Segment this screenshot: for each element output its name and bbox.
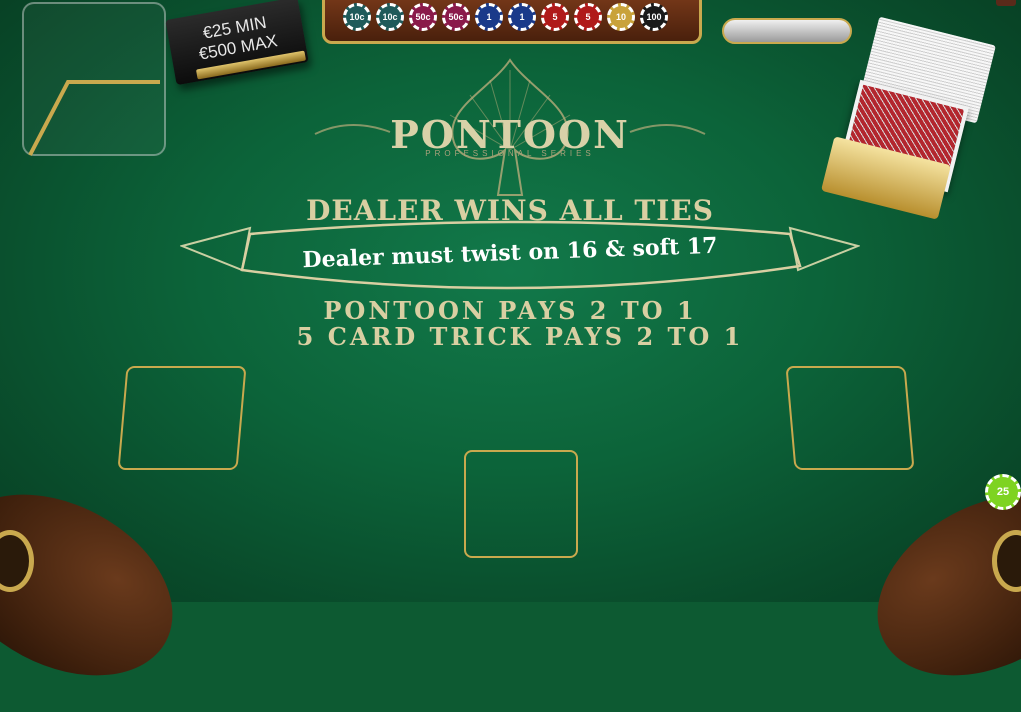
pontoon-table: €25 MIN €500 MAX 10c 10c 50c 50c 1 1 5 5 10 100 P… xyxy=(0,0,1021,712)
selected-chip-25[interactable]: 25 xyxy=(985,474,1021,510)
glass-stand xyxy=(28,80,160,156)
five-card-trick-payout-text: 5 CARD TRICK PAYS 2 TO 1 xyxy=(296,322,744,351)
tray-chip-50c[interactable]: 50c xyxy=(409,3,437,31)
tray-chip-10[interactable]: 10 xyxy=(607,3,635,31)
tray-chip-10c[interactable]: 10c xyxy=(376,3,404,31)
tray-chip-5[interactable]: 5 xyxy=(574,3,602,31)
bet-box-right[interactable] xyxy=(785,366,915,470)
discard-tray xyxy=(722,18,852,44)
tray-chip-100[interactable]: 100 xyxy=(640,3,668,31)
table-rail-left xyxy=(0,458,204,712)
logo-subtitle: PROFESSIONAL SERIES xyxy=(425,149,595,158)
tray-chip-1[interactable]: 1 xyxy=(508,3,536,31)
tray-chip-5[interactable]: 5 xyxy=(541,3,569,31)
tray-chip-50c[interactable]: 50c xyxy=(442,3,470,31)
bet-box-center[interactable] xyxy=(464,450,578,558)
bet-box-left[interactable] xyxy=(117,366,247,470)
chip-tray: 10c 10c 50c 50c 1 1 5 5 10 100 xyxy=(322,0,702,44)
tray-chip-10c[interactable]: 10c xyxy=(343,3,371,31)
tray-chip-1[interactable]: 1 xyxy=(475,3,503,31)
corner-menu-button[interactable] xyxy=(996,0,1016,6)
pontoon-payout-text: PONTOON PAYS 2 TO 1 xyxy=(323,296,697,325)
